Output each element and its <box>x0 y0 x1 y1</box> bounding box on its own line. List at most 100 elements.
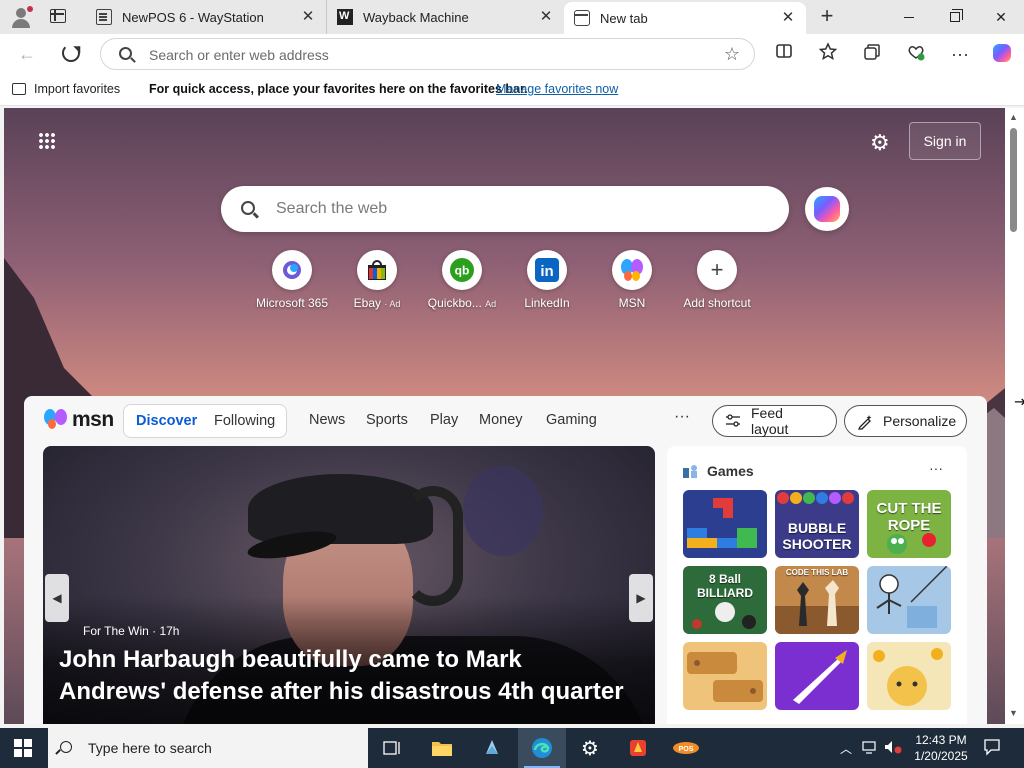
scrollbar-thumb[interactable] <box>1010 128 1017 232</box>
favorite-star-icon[interactable]: ☆ <box>724 44 740 65</box>
app-icon[interactable]: POS <box>662 728 710 768</box>
article-headline[interactable]: John Harbaugh beautifully came to Mark A… <box>59 644 629 708</box>
sparkle-pencil-icon <box>857 414 873 430</box>
shortcut-quickbooks[interactable]: qb Quickbo... Ad <box>422 250 502 310</box>
game-tile-cats[interactable] <box>867 642 951 710</box>
new-tab-icon <box>574 10 590 26</box>
tab-wayback[interactable]: Wayback Machine ✕ <box>326 0 564 34</box>
game-tile-wood-blocks[interactable] <box>683 642 767 710</box>
app-icon[interactable] <box>468 728 516 768</box>
msn-wordmark: msn <box>72 408 114 431</box>
notification-center-icon[interactable] <box>983 738 1001 759</box>
browser-essentials-icon[interactable] <box>904 42 928 66</box>
nav-money[interactable]: Money <box>479 412 523 428</box>
add-icon: + <box>697 250 737 290</box>
task-view-icon[interactable] <box>368 728 416 768</box>
microsoft-365-icon <box>272 250 312 290</box>
file-explorer-icon[interactable] <box>418 728 466 768</box>
clock-time: 12:43 PM <box>915 733 967 747</box>
close-tab-icon[interactable]: ✕ <box>300 9 316 25</box>
reload-icon[interactable] <box>62 44 80 62</box>
games-title: Games <box>707 463 754 479</box>
ad-badge: · Ad <box>384 299 401 309</box>
shortcut-label: Microsoft 365 <box>255 296 329 310</box>
close-tab-icon[interactable]: ✕ <box>780 10 796 26</box>
shortcut-ebay[interactable]: Ebay · Ad <box>337 250 417 310</box>
shortcut-add[interactable]: + Add shortcut <box>677 250 757 310</box>
profile-icon[interactable] <box>8 5 34 29</box>
volume-muted-icon[interactable] <box>884 740 902 757</box>
system-clock[interactable]: 12:43 PM 1/20/2025 <box>906 732 976 764</box>
restore-button[interactable] <box>932 0 978 34</box>
nav-gaming[interactable]: Gaming <box>546 412 597 428</box>
tab-discover[interactable]: Discover <box>136 413 197 429</box>
favorites-icon[interactable] <box>816 42 840 66</box>
game-tile-cut-the-rope[interactable]: CUT THE ROPE <box>867 490 951 558</box>
shortcut-label: LinkedIn <box>524 296 570 310</box>
nav-news[interactable]: News <box>309 412 345 428</box>
back-icon[interactable]: ← <box>18 44 36 65</box>
manage-favorites-link[interactable]: Manage favorites now <box>496 82 618 96</box>
web-search-box[interactable]: Search the web <box>221 186 789 232</box>
svg-text:qb: qb <box>455 264 470 278</box>
game-tile-blocks[interactable] <box>683 490 767 558</box>
split-screen-icon[interactable] <box>772 42 796 66</box>
tab-actions-icon[interactable] <box>50 9 66 23</box>
game-tile-chess[interactable]: CODE THIS LAB <box>775 566 859 634</box>
carousel-prev-button[interactable]: ◀ <box>45 574 69 622</box>
feed-layout-button[interactable]: Feed layout <box>712 405 837 437</box>
import-favorites-icon[interactable] <box>12 83 26 95</box>
shortcut-microsoft-365[interactable]: Microsoft 365 <box>252 250 332 310</box>
minimize-button[interactable] <box>886 0 932 34</box>
game-tile-bubble-shooter[interactable]: BUBBLE SHOOTER <box>775 490 859 558</box>
game-tile-rocket[interactable] <box>775 642 859 710</box>
game-tile-billiard[interactable]: 8 Ball BILLIARD <box>683 566 767 634</box>
shortcut-linkedin[interactable]: in LinkedIn <box>507 250 587 310</box>
msn-logo[interactable]: msn <box>44 408 114 432</box>
scroll-down-icon[interactable]: ▼ <box>1009 708 1018 718</box>
import-favorites-button[interactable]: Import favorites <box>34 82 120 96</box>
msn-butterfly-icon <box>44 409 68 431</box>
page-scrollbar[interactable]: ▲ ▼ <box>1005 108 1024 724</box>
tray-chevron-icon[interactable]: ︿ <box>840 740 852 757</box>
edge-icon[interactable] <box>518 728 566 768</box>
svg-text:in: in <box>540 263 553 280</box>
address-bar[interactable]: Search or enter web address ☆ <box>100 38 755 70</box>
close-tab-icon[interactable]: ✕ <box>538 9 554 25</box>
collections-icon[interactable] <box>860 42 884 66</box>
more-menu-icon[interactable]: ··· <box>674 408 690 426</box>
settings-icon[interactable]: ⚙ <box>566 728 614 768</box>
personalize-button[interactable]: Personalize <box>844 405 967 437</box>
tab-following[interactable]: Following <box>214 413 275 429</box>
new-tab-button[interactable]: + <box>816 5 838 27</box>
tab-new-tab[interactable]: New tab ✕ <box>564 2 806 34</box>
nav-play[interactable]: Play <box>430 412 458 428</box>
nav-sports[interactable]: Sports <box>366 412 408 428</box>
clock-date: 1/20/2025 <box>914 749 968 763</box>
windows-start-icon[interactable] <box>14 739 32 757</box>
settings-gear-icon[interactable]: ⚙ <box>870 130 890 156</box>
hero-article-card[interactable]: ◀ ▶ For The Win · 17h John Harbaugh beau… <box>43 446 655 724</box>
network-icon[interactable] <box>862 740 878 757</box>
apps-launcher-icon[interactable] <box>38 132 56 150</box>
mouse-cursor-icon: ⇥ <box>1014 394 1024 411</box>
shortcut-label: Quickbo... <box>427 296 482 310</box>
copilot-icon[interactable] <box>990 42 1014 66</box>
feed-tab-switcher: Discover Following <box>123 404 287 438</box>
sign-in-button[interactable]: Sign in <box>909 122 981 160</box>
document-icon <box>96 9 112 25</box>
settings-more-icon[interactable]: ··· <box>948 42 972 66</box>
search-icon <box>241 201 255 215</box>
taskbar-search-box[interactable]: Type here to search <box>48 728 368 768</box>
shortcut-msn[interactable]: MSN <box>592 250 672 310</box>
game-tile-stickman[interactable] <box>867 566 951 634</box>
app-icon[interactable] <box>614 728 662 768</box>
scroll-up-icon[interactable]: ▲ <box>1009 112 1018 122</box>
games-more-icon[interactable]: ··· <box>929 460 943 476</box>
tab-newpos[interactable]: NewPOS 6 - WayStation ✕ <box>86 0 326 34</box>
copilot-button[interactable] <box>805 187 849 231</box>
carousel-next-button[interactable]: ▶ <box>629 574 653 622</box>
quickbooks-icon: qb <box>442 250 482 290</box>
taskbar-search-placeholder: Type here to search <box>88 740 212 756</box>
close-window-button[interactable]: ✕ <box>978 0 1024 34</box>
